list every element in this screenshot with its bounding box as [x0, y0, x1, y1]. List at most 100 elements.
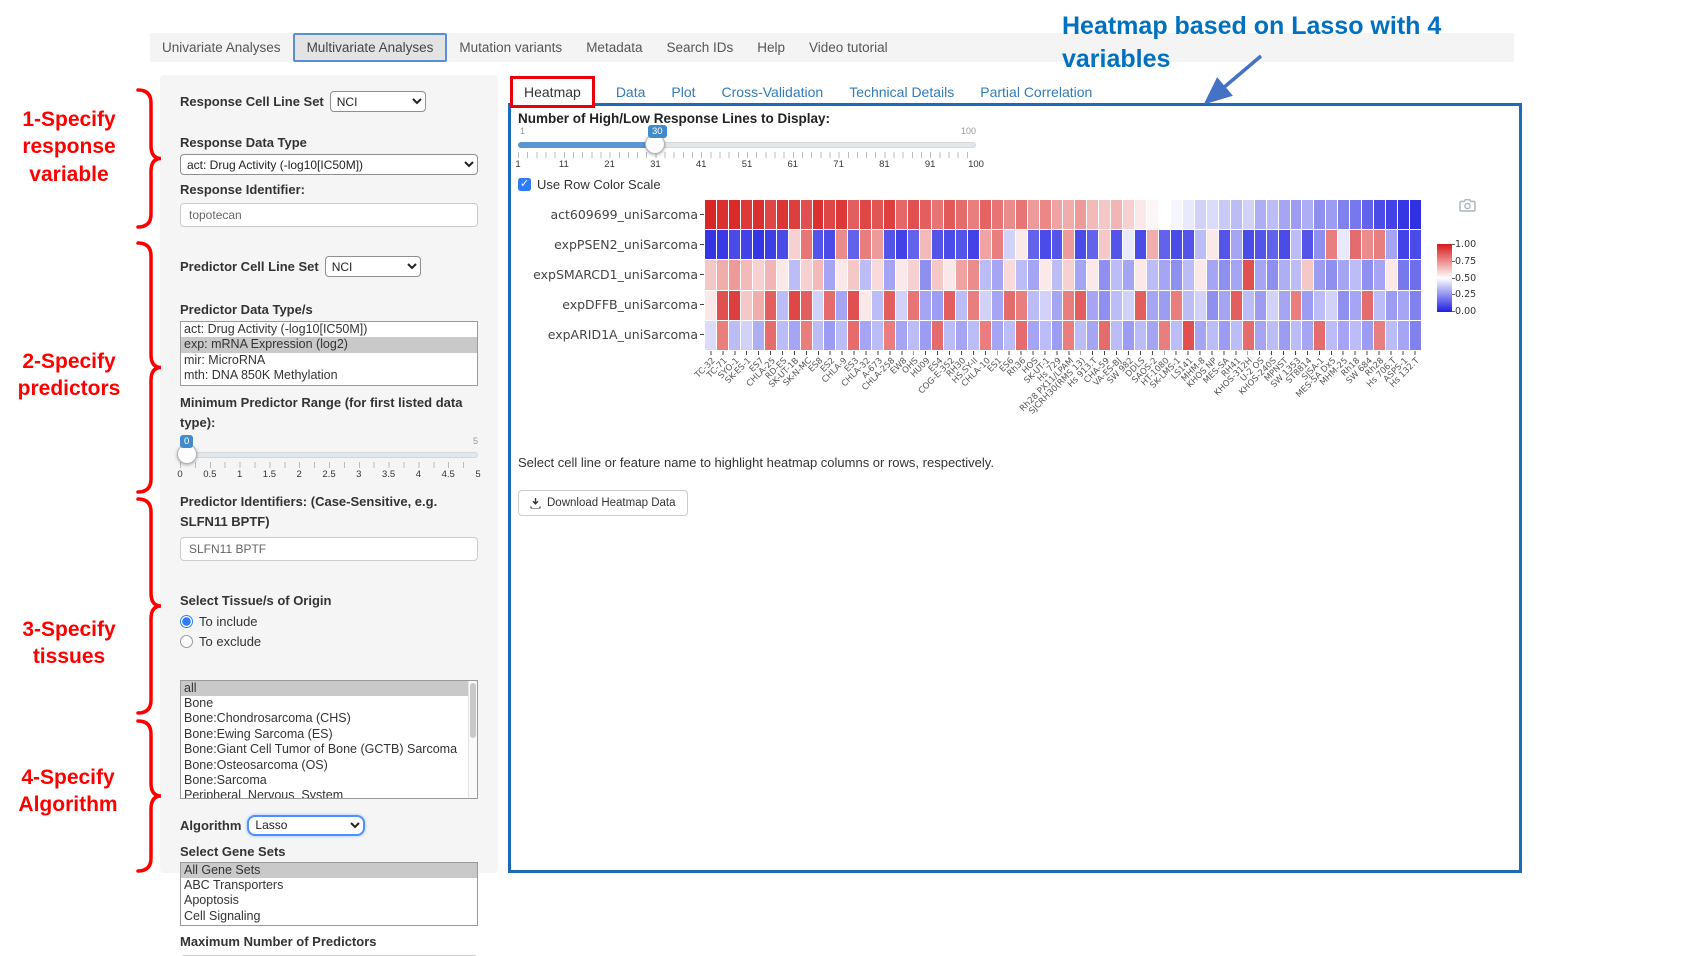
- heatmap-cell[interactable]: [1111, 321, 1122, 350]
- heatmap-cell[interactable]: [1231, 321, 1242, 350]
- heatmap-cell[interactable]: [1016, 200, 1027, 229]
- min-predictor-range-slider[interactable]: 0 5 00.511.522.533.544.55: [180, 435, 478, 483]
- heatmap-cell[interactable]: [1063, 230, 1074, 259]
- heatmap-cell[interactable]: [1195, 230, 1206, 259]
- heatmap-cell[interactable]: [1063, 200, 1074, 229]
- heatmap-cell[interactable]: [908, 260, 919, 289]
- tissue-include-radio[interactable]: To include: [180, 612, 478, 632]
- heatmap-cell[interactable]: [1087, 260, 1098, 289]
- slider-track[interactable]: [180, 452, 478, 458]
- heatmap-cell[interactable]: [1123, 230, 1134, 259]
- heatmap-cell[interactable]: [1075, 321, 1086, 350]
- predictor-cell-line-set-select[interactable]: NCI: [325, 256, 421, 277]
- heatmap-cell[interactable]: [1052, 200, 1063, 229]
- list-option[interactable]: exp: mRNA Expression (log2): [181, 337, 477, 352]
- response-lines-slider[interactable]: 1 100 30 1112131415161718191100: [518, 125, 976, 173]
- heatmap-cell[interactable]: [1135, 200, 1146, 229]
- heatmap-cell[interactable]: [908, 321, 919, 350]
- nav-item-univariate-analyses[interactable]: Univariate Analyses: [150, 33, 293, 62]
- heatmap-cell[interactable]: [1147, 260, 1158, 289]
- heatmap-cell[interactable]: [884, 200, 895, 229]
- heatmap-cell[interactable]: [896, 230, 907, 259]
- heatmap-cell[interactable]: [1326, 291, 1337, 320]
- heatmap-cell[interactable]: [1052, 260, 1063, 289]
- heatmap-cell[interactable]: [1374, 321, 1385, 350]
- heatmap-cell[interactable]: [1314, 200, 1325, 229]
- heatmap-cell[interactable]: [932, 291, 943, 320]
- heatmap-cell[interactable]: [848, 230, 859, 259]
- heatmap-cell[interactable]: [980, 200, 991, 229]
- tissue-exclude-radio[interactable]: To exclude: [180, 632, 478, 652]
- heatmap-cell[interactable]: [1040, 230, 1051, 259]
- heatmap-cell[interactable]: [1147, 230, 1158, 259]
- heatmap-cell[interactable]: [884, 230, 895, 259]
- tab-plot[interactable]: Plot: [658, 78, 708, 106]
- heatmap-cell[interactable]: [1279, 260, 1290, 289]
- heatmap-cell[interactable]: [1219, 260, 1230, 289]
- list-option[interactable]: Cell Signaling: [181, 909, 477, 924]
- heatmap-cell[interactable]: [1326, 321, 1337, 350]
- heatmap-cell[interactable]: [1302, 200, 1313, 229]
- response-cell-line-set-select[interactable]: NCI: [330, 91, 426, 112]
- list-option[interactable]: Bone:Chondrosarcoma (CHS): [181, 711, 477, 726]
- heatmap-cell[interactable]: [932, 200, 943, 229]
- heatmap-cell[interactable]: [932, 230, 943, 259]
- heatmap-cell[interactable]: [1398, 291, 1409, 320]
- heatmap-cell[interactable]: [705, 200, 716, 229]
- heatmap-cell[interactable]: [980, 321, 991, 350]
- heatmap-cell[interactable]: [920, 260, 931, 289]
- heatmap-cell[interactable]: [705, 321, 716, 350]
- heatmap-cell[interactable]: [968, 321, 979, 350]
- list-option[interactable]: Apoptosis: [181, 893, 477, 908]
- heatmap-cell[interactable]: [753, 321, 764, 350]
- heatmap-cell[interactable]: [956, 291, 967, 320]
- heatmap-cell[interactable]: [1075, 230, 1086, 259]
- heatmap-cell[interactable]: [992, 291, 1003, 320]
- heatmap-cell[interactable]: [968, 230, 979, 259]
- heatmap-cell[interactable]: [956, 200, 967, 229]
- heatmap-cell[interactable]: [824, 321, 835, 350]
- listbox-scrollbar[interactable]: [468, 681, 477, 798]
- heatmap-cell[interactable]: [813, 230, 824, 259]
- heatmap-cell[interactable]: [1398, 321, 1409, 350]
- heatmap-cell[interactable]: [1267, 200, 1278, 229]
- heatmap-cell[interactable]: [777, 200, 788, 229]
- heatmap-cell[interactable]: [1207, 200, 1218, 229]
- heatmap-cell[interactable]: [1386, 260, 1397, 289]
- heatmap-cell[interactable]: [1374, 230, 1385, 259]
- list-option[interactable]: Bone:Sarcoma: [181, 773, 477, 788]
- heatmap-cell[interactable]: [896, 291, 907, 320]
- heatmap-cell[interactable]: [1362, 291, 1373, 320]
- heatmap-cell[interactable]: [1075, 260, 1086, 289]
- heatmap-cell[interactable]: [1386, 321, 1397, 350]
- heatmap-cell[interactable]: [872, 321, 883, 350]
- heatmap-cell[interactable]: [1255, 321, 1266, 350]
- heatmap-cell[interactable]: [705, 260, 716, 289]
- heatmap-cell[interactable]: [777, 291, 788, 320]
- list-option[interactable]: All Gene Sets: [181, 863, 477, 878]
- heatmap-cell[interactable]: [1350, 321, 1361, 350]
- heatmap-cell[interactable]: [1099, 321, 1110, 350]
- algorithm-select[interactable]: Lasso: [247, 815, 365, 836]
- heatmap-cell[interactable]: [1243, 200, 1254, 229]
- heatmap-cell[interactable]: [1016, 260, 1027, 289]
- checkbox-checked-icon[interactable]: ✓: [518, 178, 531, 191]
- heatmap-cell[interactable]: [1171, 260, 1182, 289]
- heatmap-cell[interactable]: [1219, 200, 1230, 229]
- heatmap-cell[interactable]: [789, 291, 800, 320]
- heatmap-cell[interactable]: [992, 260, 1003, 289]
- heatmap-cell[interactable]: [1219, 291, 1230, 320]
- heatmap-cell[interactable]: [896, 260, 907, 289]
- heatmap-cell[interactable]: [992, 230, 1003, 259]
- heatmap-row-label[interactable]: expARID1A_uniSarcoma: [511, 320, 698, 350]
- heatmap-cell[interactable]: [1087, 321, 1098, 350]
- heatmap-cell[interactable]: [1338, 230, 1349, 259]
- heatmap-cell[interactable]: [1171, 291, 1182, 320]
- heatmap-cell[interactable]: [813, 260, 824, 289]
- heatmap-cell[interactable]: [1207, 260, 1218, 289]
- heatmap-cell[interactable]: [1338, 291, 1349, 320]
- heatmap-cell[interactable]: [813, 291, 824, 320]
- heatmap-cell[interactable]: [717, 321, 728, 350]
- heatmap-cell[interactable]: [717, 291, 728, 320]
- heatmap-cell[interactable]: [1279, 321, 1290, 350]
